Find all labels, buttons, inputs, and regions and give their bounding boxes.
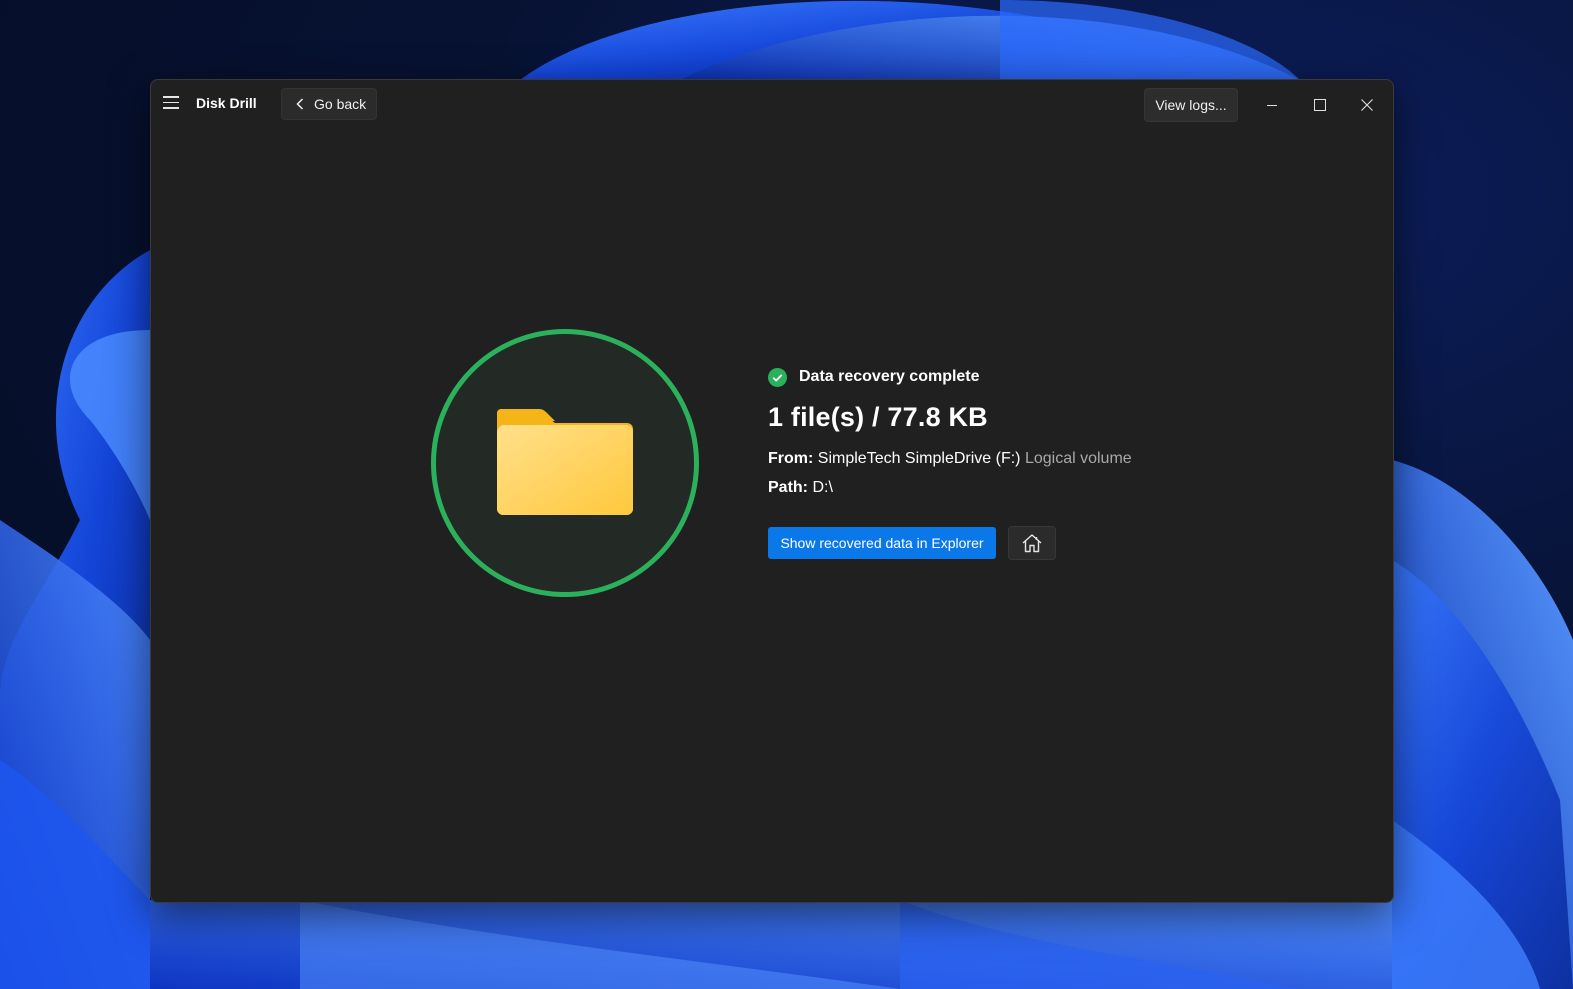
recovery-complete-graphic [431,329,699,597]
show-in-explorer-button[interactable]: Show recovered data in Explorer [768,527,996,559]
maximize-button[interactable] [1305,90,1335,120]
show-in-explorer-label: Show recovered data in Explorer [780,535,984,551]
hamburger-menu-icon[interactable] [163,96,179,112]
chevron-left-icon [296,98,304,110]
source-row: From: SimpleTech SimpleDrive (F:) Logica… [768,450,1132,468]
go-back-button[interactable]: Go back [281,88,377,120]
path-value: D:\ [812,479,833,496]
source-drive: SimpleTech SimpleDrive (F:) [817,450,1021,467]
app-window: Disk Drill Go back View logs... Data rec… [150,79,1394,903]
path-label: Path: [768,479,808,496]
view-logs-label: View logs... [1155,97,1227,113]
minimize-icon [1267,105,1277,106]
view-logs-button[interactable]: View logs... [1144,88,1238,122]
app-title: Disk Drill [196,95,257,111]
check-circle-icon [768,367,787,387]
from-label: From: [768,450,814,467]
home-icon [1022,534,1042,553]
maximize-icon [1314,99,1326,111]
title-bar: Disk Drill Go back View logs... [151,80,1393,130]
minimize-button[interactable] [1257,90,1287,120]
status-text: Data recovery complete [799,368,980,385]
home-button[interactable] [1008,526,1056,560]
close-icon [1361,99,1373,111]
go-back-label: Go back [314,96,367,112]
close-button[interactable] [1352,90,1382,120]
folder-icon [497,409,633,515]
source-type: Logical volume [1024,450,1132,467]
path-row: Path: D:\ [768,479,833,497]
recovered-size-summary: 1 file(s) / 77.8 KB [768,402,988,432]
status-line: Data recovery complete [768,366,980,388]
